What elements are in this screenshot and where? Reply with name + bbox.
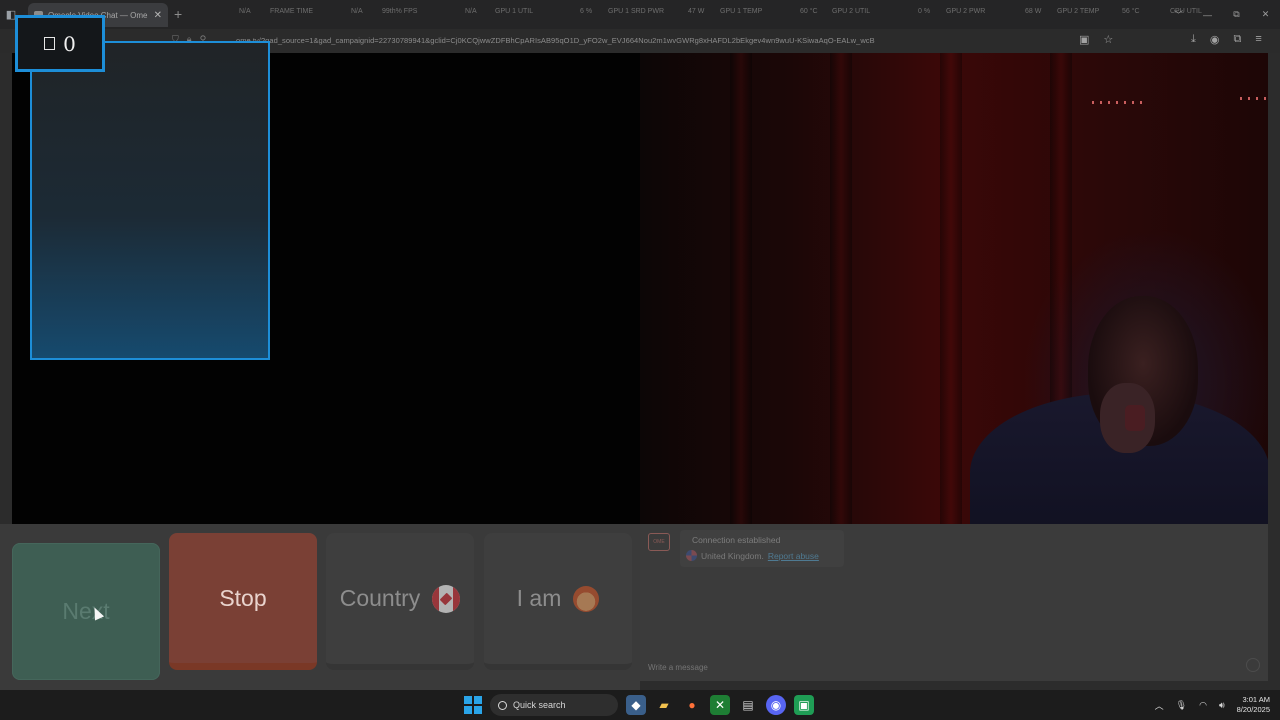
hud-fps-label: 99th% FPS (382, 8, 418, 15)
connection-notice: Connection established United Kingdom. R… (680, 530, 844, 567)
hud-gpu1-temp-value: 47 W (688, 8, 705, 15)
search-icon (498, 700, 507, 710)
screen: ◧ Omegle Video Chat — Ome ✕ + N/A FRAME … (0, 0, 1280, 720)
toolbar-actions: ⤓ ◉ ⧉ ≡ (1191, 33, 1262, 46)
counter-box-icon (44, 37, 56, 50)
boy-avatar-icon (573, 585, 600, 612)
taskbar-search[interactable]: Quick search (490, 694, 618, 716)
hud-cpu-value: 56 °C (1122, 8, 1140, 15)
wifi-icon[interactable]: ◠ (1199, 700, 1207, 711)
hud-frametime-value: N/A (239, 8, 251, 15)
discord-icon[interactable]: ◉ (766, 695, 786, 715)
stop-label: Stop (219, 584, 267, 611)
stop-button[interactable]: Stop (169, 533, 317, 670)
app-icon[interactable]: ▣ (794, 695, 814, 715)
partner-cup (1125, 405, 1145, 431)
list-all-tabs-icon[interactable]: ﹀ (1164, 8, 1193, 21)
string-lights (1240, 97, 1268, 100)
hud-gpu1-util-label: GPU 1 UTIL (495, 8, 534, 15)
curtain-fold (730, 53, 752, 524)
hud-gpu1-temp-label: GPU 1 TEMP (720, 8, 763, 15)
next-label: Next (62, 598, 110, 624)
new-tab-button[interactable]: + (174, 6, 182, 22)
windows-taskbar: Quick search ◆ ▰ ● ✕ ▤ ◉ ▣ ︿ 🎙︎ ◠ 🔊︎ 3:0… (0, 690, 1280, 720)
minimize-icon[interactable]: — (1193, 10, 1222, 20)
connection-status: Connection established (692, 535, 781, 545)
chat-panel: OME Connection established United Kingdo… (640, 524, 1268, 681)
bookmark-star-icon[interactable]: ☆ (1103, 33, 1113, 46)
taskbar-apps: Quick search ◆ ▰ ● ✕ ▤ ◉ ▣ (464, 694, 814, 716)
report-abuse-link[interactable]: Report abuse (768, 551, 819, 561)
hud-gpu1-srd-label: GPU 1 SRD PWR (608, 8, 665, 15)
restore-icon[interactable]: ⧉ (1222, 9, 1251, 20)
curtain-fold (940, 53, 962, 524)
partner-video (640, 53, 1268, 524)
extensions-icon[interactable]: ⧉ (1233, 33, 1241, 46)
hud-gpu2-temp-value: 68 W (1025, 8, 1042, 15)
chevron-up-icon[interactable]: ︿ (1155, 699, 1164, 712)
canada-flag-icon (432, 584, 461, 613)
clock[interactable]: 3:01 AM 8/20/2025 (1237, 695, 1270, 715)
microphone-icon[interactable]: 🎙︎ (1176, 700, 1187, 711)
page-content: Next Stop Country I am OME Connection es… (0, 41, 1280, 690)
search-label: Quick search (513, 700, 566, 710)
close-window-icon[interactable]: ✕ (1251, 9, 1280, 20)
hud-gpu2-util-value: 60 °C (800, 8, 818, 15)
file-explorer-icon[interactable]: ▰ (654, 695, 674, 715)
emoji-icon[interactable] (1246, 658, 1260, 672)
counter-overlay: 0 (15, 15, 105, 72)
country-button[interactable]: Country (326, 533, 474, 670)
partner-country: United Kingdom. (701, 550, 764, 561)
copilot-icon[interactable]: ◆ (626, 695, 646, 715)
uk-flag-icon (686, 550, 697, 561)
tab-close-icon[interactable]: ✕ (154, 10, 162, 21)
curtain-fold (830, 53, 852, 524)
clock-date: 8/20/2025 (1236, 705, 1270, 714)
string-lights (1092, 101, 1142, 104)
start-icon[interactable] (464, 696, 482, 714)
browser-tab-bar: ◧ Omegle Video Chat — Ome ✕ + N/A FRAME … (0, 0, 1280, 29)
counter-value: 0 (63, 31, 76, 56)
iam-label: I am (516, 585, 562, 611)
hud-gpu2-pwr-label: GPU 2 PWR (946, 8, 986, 15)
country-label: Country (339, 585, 421, 611)
ome-tv-logo-icon: OME (648, 533, 670, 551)
message-input[interactable] (648, 663, 1208, 672)
hud-gpu2-temp-label: GPU 2 TEMP (1057, 8, 1100, 15)
hud-fps-value: N/A (351, 8, 363, 15)
volume-icon[interactable]: 🔊︎ (1219, 700, 1225, 711)
account-icon[interactable]: ◉ (1210, 33, 1220, 46)
firefox-icon[interactable]: ● (682, 695, 702, 715)
download-icon[interactable]: ⤓ (1191, 33, 1196, 46)
store-icon[interactable]: ▤ (738, 695, 758, 715)
hud-gpu1-util-value: N/A (465, 8, 477, 15)
hud-gpu2-util-label: GPU 2 UTIL (832, 8, 871, 15)
xbox-icon[interactable]: ✕ (710, 695, 730, 715)
hud-gpu1-srd-value: 6 % (580, 8, 593, 15)
url-actions: ▣ ☆ (1079, 33, 1113, 46)
gender-button[interactable]: I am (484, 533, 632, 670)
menu-icon[interactable]: ≡ (1255, 33, 1261, 46)
clock-time: 3:01 AM (1242, 695, 1270, 704)
partner-location: United Kingdom. Report abuse (686, 550, 838, 561)
window-controls: ﹀ — ⧉ ✕ (1164, 0, 1280, 29)
self-camera-preview (30, 41, 270, 360)
hud-gpu2-pwr-value: 0 % (918, 8, 931, 15)
hud-frametime-label: FRAME TIME (270, 8, 314, 15)
url-text[interactable]: ome.tv/?gad_source=1&gad_campaignid=2273… (236, 36, 875, 45)
next-button[interactable]: Next (12, 543, 160, 680)
screen-share-icon[interactable]: ▣ (1079, 33, 1089, 46)
system-tray: ︿ 🎙︎ ◠ 🔊︎ 3:01 AM 8/20/2025 (1155, 690, 1270, 720)
